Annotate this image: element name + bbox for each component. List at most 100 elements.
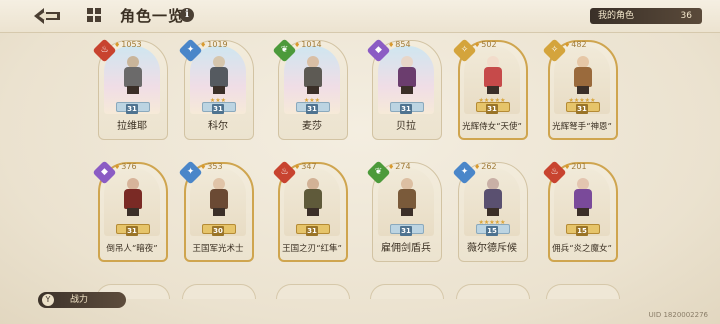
character-sprite: [300, 56, 326, 94]
character-name: 雇佣剑盾兵: [381, 243, 431, 254]
star-rating: ★★★: [209, 97, 227, 104]
star-rating: ★★★★★: [478, 97, 506, 104]
character-sprite: [206, 178, 232, 216]
character-card[interactable]: 31★★★★★ 502 光辉侍女“天使” ✧: [452, 38, 528, 140]
character-sprite: [480, 178, 506, 216]
power-value: 347: [294, 162, 316, 171]
water-element-icon: ✦: [452, 160, 477, 185]
character-card[interactable]: 31 1053 拉维耶 ♨: [92, 38, 168, 140]
power-value: 262: [474, 162, 496, 171]
level-pedestal: 31: [116, 102, 150, 116]
level-pedestal: 31: [296, 224, 330, 238]
level-pedestal: 31: [116, 224, 150, 238]
info-icon[interactable]: i: [180, 8, 194, 22]
power-value: 376: [114, 162, 136, 171]
character-sprite: [480, 56, 506, 94]
power-value: 1014: [294, 40, 321, 49]
water-element-icon: ✦: [178, 160, 203, 185]
level-badge: 31: [126, 226, 138, 236]
character-card[interactable]: 31 274 雇佣剑盾兵 ❦: [366, 160, 442, 262]
power-value: 854: [388, 40, 410, 49]
nature-element-icon: ❦: [272, 38, 297, 63]
power-value: 1053: [114, 40, 141, 49]
water-element-icon: ✦: [178, 38, 203, 63]
next-row-card[interactable]: [456, 284, 530, 299]
character-sprite: [120, 178, 146, 216]
top-bar: 角色一览 i 我的角色 36: [0, 0, 720, 33]
page-title: 角色一览: [120, 7, 185, 25]
character-name: 贝拉: [396, 121, 416, 132]
power-value: 274: [388, 162, 410, 171]
next-row-card[interactable]: [546, 284, 620, 299]
level-pedestal: 31: [390, 224, 424, 238]
character-list-icon: [87, 8, 101, 22]
character-name: 麦莎: [302, 121, 322, 132]
level-pedestal: 30: [202, 224, 236, 238]
back-icon[interactable]: [30, 4, 64, 28]
next-row-card[interactable]: [276, 284, 350, 299]
level-badge: 31: [306, 104, 318, 114]
level-badge: 31: [126, 104, 138, 114]
level-badge: 30: [212, 226, 224, 236]
power-value: 502: [474, 40, 496, 49]
character-name: 科尔: [208, 121, 228, 132]
level-badge: 31: [576, 104, 588, 114]
sort-icon: Y: [42, 294, 54, 306]
character-name: 光辉弩手“神恩”: [552, 122, 612, 132]
fire-element-icon: ♨: [542, 160, 567, 185]
character-card[interactable]: 31 854 贝拉 ◆: [366, 38, 442, 140]
level-badge: 31: [306, 226, 318, 236]
level-pedestal: 31: [566, 102, 600, 116]
character-sprite: [300, 178, 326, 216]
level-pedestal: 31: [390, 102, 424, 116]
level-badge: 31: [400, 226, 412, 236]
character-name: 王国军光术士: [192, 244, 244, 254]
sort-label: 战力: [70, 295, 89, 305]
character-card[interactable]: 30 353 王国军光术士 ✦: [178, 160, 254, 262]
level-pedestal: 31: [202, 102, 236, 116]
character-name: 倒吊人“暗夜”: [106, 244, 158, 254]
star-rating: ★★★★★: [568, 97, 596, 104]
character-name: 佣兵“炎之魔女”: [552, 244, 612, 254]
next-row-card[interactable]: [370, 284, 444, 299]
star-rating: ★★★★★: [478, 219, 506, 226]
character-name: 光辉侍女“天使”: [462, 122, 522, 132]
character-sprite: [570, 178, 596, 216]
character-card[interactable]: 31★★★★★ 482 光辉弩手“神恩” ✧: [542, 38, 618, 140]
character-name: 拉维耶: [117, 121, 147, 132]
my-characters-counter: 我的角色 36: [590, 8, 702, 24]
level-pedestal: 15: [566, 224, 600, 238]
character-card[interactable]: 31★★★ 1014 麦莎 ❦: [272, 38, 348, 140]
character-sprite: [394, 56, 420, 94]
fire-element-icon: ♨: [92, 38, 117, 63]
fire-element-icon: ♨: [272, 160, 297, 185]
user-id: UID 1820002276: [648, 311, 708, 319]
level-pedestal: 31: [296, 102, 330, 116]
character-sprite: [570, 56, 596, 94]
next-row-card[interactable]: [182, 284, 256, 299]
level-badge: 31: [486, 104, 498, 114]
level-badge: 31: [400, 104, 412, 114]
character-sprite: [120, 56, 146, 94]
character-sprite: [206, 56, 232, 94]
power-value: 201: [564, 162, 586, 171]
star-rating: ★★★: [303, 97, 321, 104]
dark-element-icon: ◆: [92, 160, 117, 185]
character-card[interactable]: 31★★★ 1019 科尔 ✦: [178, 38, 254, 140]
level-badge: 31: [212, 104, 224, 114]
power-value: 1019: [200, 40, 227, 49]
character-card[interactable]: 31 376 倒吊人“暗夜” ◆: [92, 160, 168, 262]
power-value: 353: [200, 162, 222, 171]
character-name: 薇尔德斥候: [467, 243, 517, 254]
my-characters-count: 36: [680, 11, 692, 21]
dark-element-icon: ◆: [366, 38, 391, 63]
character-card[interactable]: 15★★★★★ 262 薇尔德斥候 ✦: [452, 160, 528, 262]
character-card[interactable]: 15 201 佣兵“炎之魔女” ♨: [542, 160, 618, 262]
my-characters-label: 我的角色: [598, 11, 635, 21]
character-sprite: [394, 178, 420, 216]
character-card[interactable]: 31 347 王国之刃“红隼” ♨: [272, 160, 348, 262]
light-element-icon: ✧: [452, 38, 477, 63]
sort-by-power-button[interactable]: Y 战力: [38, 292, 126, 308]
power-value: 482: [564, 40, 586, 49]
level-pedestal: 31: [476, 102, 510, 116]
